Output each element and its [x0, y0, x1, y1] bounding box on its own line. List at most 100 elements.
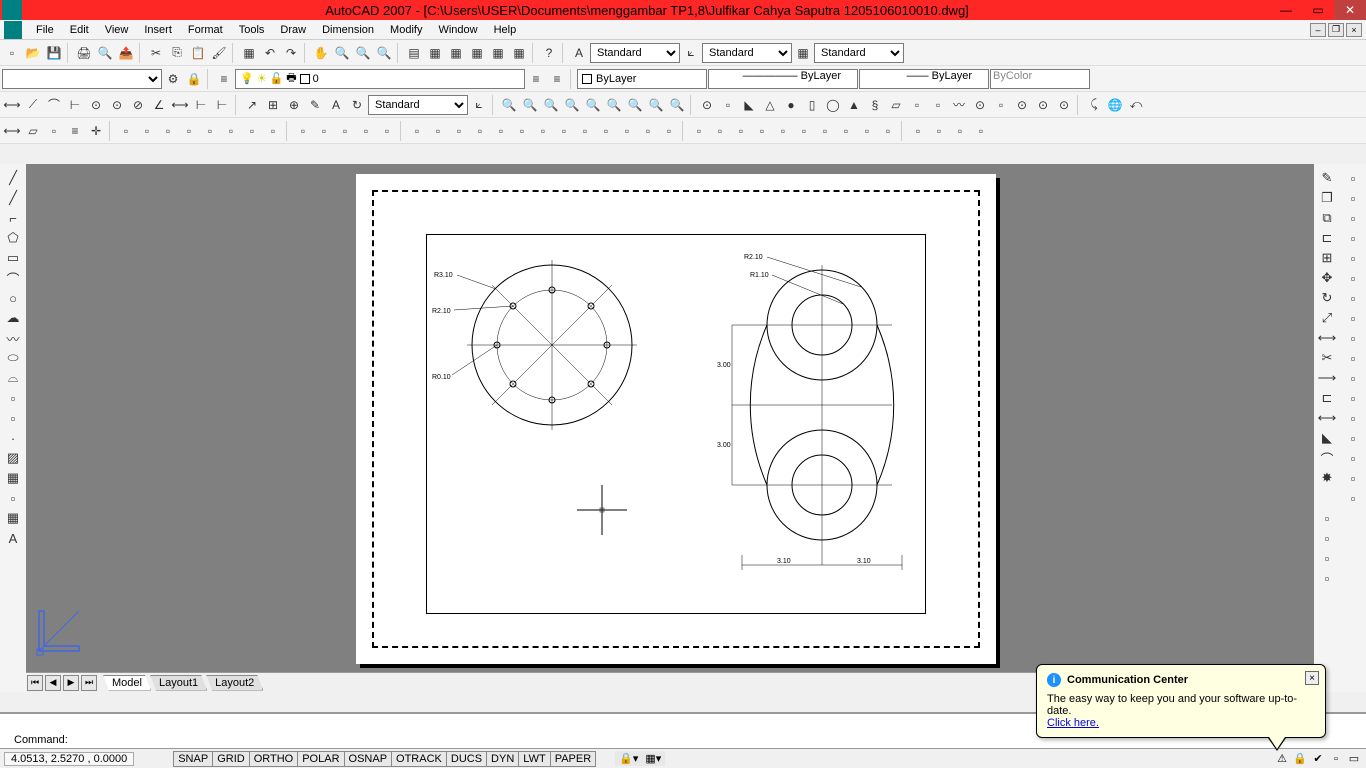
mdi-close-button[interactable]: × — [1346, 23, 1362, 37]
tray-lock-icon[interactable]: 🔒 — [1292, 751, 1308, 767]
dim-quick-button[interactable]: ⟷ — [170, 95, 190, 115]
slice2-button[interactable]: ▫ — [1343, 328, 1363, 348]
ucs-button[interactable]: ⤹ — [1084, 95, 1104, 115]
tab-last-button[interactable]: ⏭ — [81, 675, 97, 691]
solid-fillet-button[interactable]: ▫ — [407, 121, 427, 141]
status-grid-icon[interactable]: ▦▾ — [641, 751, 665, 766]
box-button[interactable]: ▫ — [718, 95, 738, 115]
copy2-button[interactable]: ❐ — [1317, 188, 1337, 208]
menu-modify[interactable]: Modify — [382, 22, 430, 38]
offset-button[interactable]: ⊏ — [1317, 228, 1337, 248]
zoom-prev-button[interactable]: 🔍 — [353, 43, 373, 63]
zoom-dynamic-button[interactable]: 🔍 — [520, 95, 540, 115]
array-button[interactable]: ⊞ — [1317, 248, 1337, 268]
ref-edit-button[interactable]: ▫ — [293, 121, 313, 141]
intersect-button[interactable]: ⊙ — [1054, 95, 1074, 115]
layer-prev-button[interactable]: ≡ — [526, 69, 546, 89]
section-button[interactable]: ▫ — [470, 121, 490, 141]
zoom-out-button[interactable]: 🔍 — [625, 95, 645, 115]
designctr-button[interactable]: ▦ — [425, 43, 445, 63]
3dmove-button[interactable]: ▫ — [1343, 168, 1363, 188]
matchprop-button[interactable]: 🖌 — [209, 43, 229, 63]
undo-button[interactable]: ↶ — [260, 43, 280, 63]
convert-surface-button[interactable]: ▫ — [1343, 288, 1363, 308]
layer-combo[interactable]: 💡☀🔓🖶0 — [235, 69, 525, 89]
render-button[interactable]: ▫ — [689, 121, 709, 141]
toggle-ducs[interactable]: DUCS — [446, 751, 487, 767]
ole-button[interactable]: ▫ — [242, 121, 262, 141]
dim-continue-button[interactable]: ⊢ — [212, 95, 232, 115]
shell-button[interactable]: ▫ — [1343, 448, 1363, 468]
sweep-button[interactable]: 〰 — [949, 95, 969, 115]
dim-style-combo[interactable]: Standard — [368, 95, 468, 115]
image-button[interactable]: ▫ — [200, 121, 220, 141]
check-button[interactable]: ▫ — [1343, 488, 1363, 508]
dim-tolerance-button[interactable]: ⊞ — [263, 95, 283, 115]
save-button[interactable]: 💾 — [44, 43, 64, 63]
area-button[interactable]: ▱ — [23, 121, 43, 141]
distance-button[interactable]: ⟷ — [2, 121, 22, 141]
ref-remove-button[interactable]: ▫ — [335, 121, 355, 141]
zoom-center-button[interactable]: 🔍 — [562, 95, 582, 115]
menu-window[interactable]: Window — [430, 22, 485, 38]
menu-file[interactable]: File — [28, 22, 62, 38]
dimstyle-combo[interactable]: Standard — [702, 43, 792, 63]
help-button[interactable]: ? — [539, 43, 559, 63]
dimstyle-icon[interactable]: ⟀ — [681, 43, 701, 63]
properties-button[interactable]: ▤ — [404, 43, 424, 63]
ucs-world-button[interactable]: 🌐 — [1105, 95, 1125, 115]
layer-states-button[interactable]: ≡ — [547, 69, 567, 89]
tab-layout2[interactable]: Layout2 — [206, 675, 263, 691]
publish-button[interactable]: 📤 — [116, 43, 136, 63]
face-rotate-button[interactable]: ▫ — [596, 121, 616, 141]
dim-aligned-button[interactable]: ⟋ — [23, 95, 43, 115]
rotate-button[interactable]: ↻ — [1317, 288, 1337, 308]
menu-dimension[interactable]: Dimension — [314, 22, 382, 38]
point-button[interactable]: · — [3, 428, 23, 448]
maximize-button[interactable]: ▭ — [1302, 0, 1334, 20]
materials-button[interactable]: ▫ — [752, 121, 772, 141]
stats-button[interactable]: ▫ — [878, 121, 898, 141]
insert-block-button[interactable]: ▫ — [116, 121, 136, 141]
ref-close-button[interactable]: ▫ — [377, 121, 397, 141]
menu-view[interactable]: View — [97, 22, 137, 38]
mapping-button[interactable]: ▫ — [773, 121, 793, 141]
dim-radius-button[interactable]: ⊙ — [86, 95, 106, 115]
renderpref-button[interactable]: ▫ — [857, 121, 877, 141]
pan-button[interactable]: ✋ — [311, 43, 331, 63]
tablestyle-combo[interactable]: Standard — [814, 43, 904, 63]
menu-edit[interactable]: Edit — [62, 22, 97, 38]
balloon-link[interactable]: Click here. — [1047, 717, 1099, 729]
revolve-button[interactable]: ⊙ — [970, 95, 990, 115]
dim-edit-button[interactable]: ✎ — [305, 95, 325, 115]
mtext-button[interactable]: A — [3, 528, 23, 548]
workspace-lock-button[interactable]: 🔒 — [184, 69, 204, 89]
plotstyle-combo[interactable]: ByColor — [990, 69, 1090, 89]
clean-button[interactable]: ▫ — [1343, 468, 1363, 488]
section2-button[interactable]: ▫ — [1343, 348, 1363, 368]
edge-extract-button[interactable]: ▫ — [1343, 388, 1363, 408]
menu-help[interactable]: Help — [486, 22, 525, 38]
fog-button[interactable]: ▫ — [815, 121, 835, 141]
tray-plot-icon[interactable]: ▫ — [1328, 751, 1344, 767]
tablestyle-icon[interactable]: ▦ — [793, 43, 813, 63]
helix-button[interactable]: § — [865, 95, 885, 115]
imprint-button[interactable]: ▫ — [1343, 408, 1363, 428]
trim-button[interactable]: ✂ — [1317, 348, 1337, 368]
erase-button[interactable]: ✎ — [1317, 168, 1337, 188]
separate-button[interactable]: ▫ — [1343, 428, 1363, 448]
fillet-button[interactable]: ⌒ — [1317, 448, 1337, 468]
tab-prev-button[interactable]: ◀ — [45, 675, 61, 691]
cone-button[interactable]: △ — [760, 95, 780, 115]
gradient-button[interactable]: ▦ — [3, 468, 23, 488]
fly-button[interactable]: ▫ — [929, 121, 949, 141]
region-draw-button[interactable]: ▫ — [3, 488, 23, 508]
dim-diameter-button[interactable]: ⊘ — [128, 95, 148, 115]
zoom-window2-button[interactable]: 🔍 — [499, 95, 519, 115]
toggle-otrack[interactable]: OTRACK — [391, 751, 447, 767]
zoom-object-button[interactable]: 🔍 — [583, 95, 603, 115]
mdi-minimize-button[interactable]: – — [1310, 23, 1326, 37]
color-combo[interactable]: ByLayer — [577, 69, 707, 89]
extrude-button[interactable]: ▫ — [907, 95, 927, 115]
extend-button[interactable]: ⟶ — [1317, 368, 1337, 388]
